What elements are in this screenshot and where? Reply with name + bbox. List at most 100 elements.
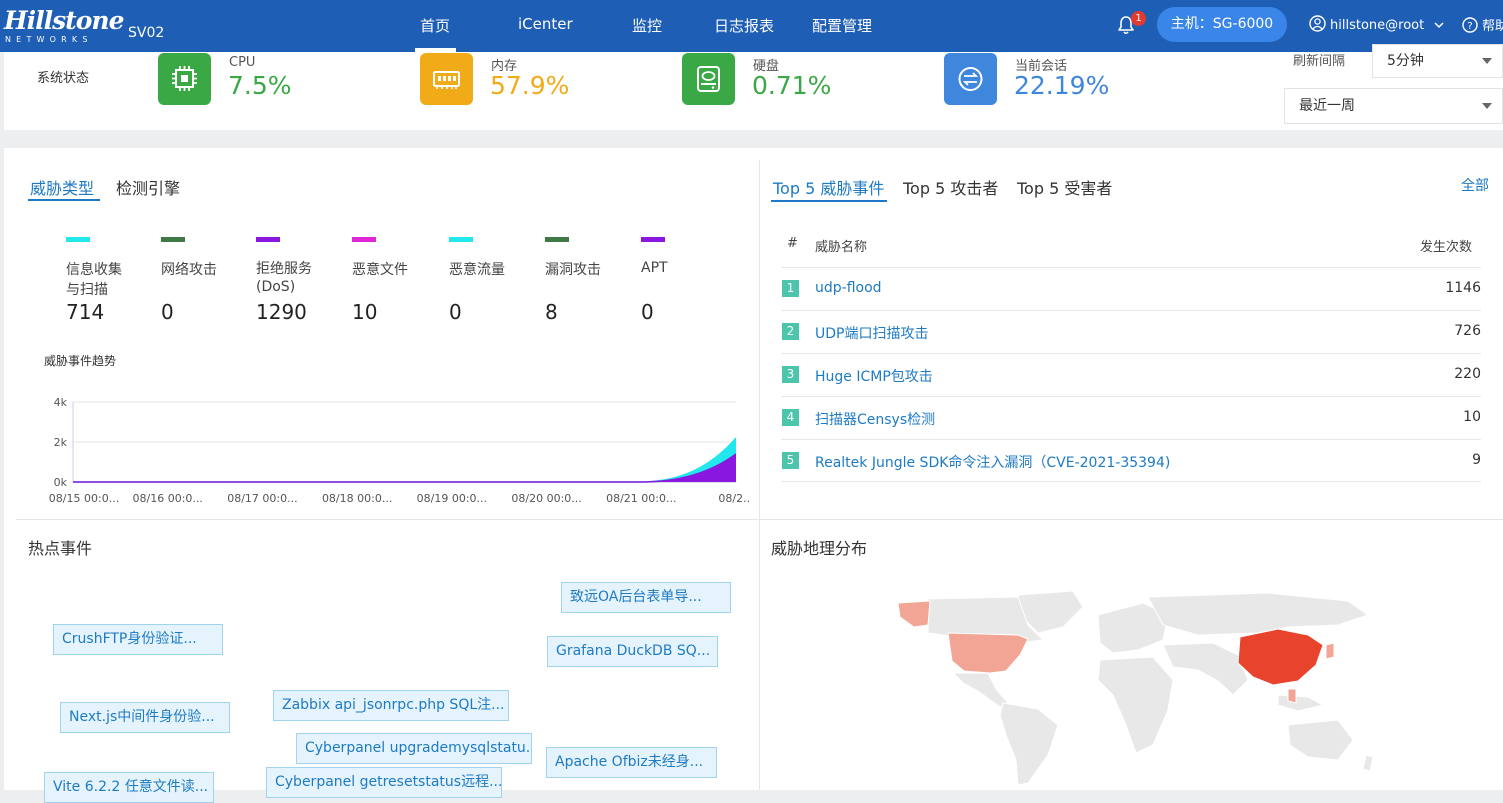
threat-name-link[interactable]: UDP端口扫描攻击 bbox=[815, 323, 928, 343]
tab-top5-events[interactable]: Top 5 威胁事件 bbox=[773, 175, 884, 199]
category-color-swatch bbox=[66, 237, 90, 242]
philippines-region bbox=[1287, 688, 1297, 704]
series-area-0 bbox=[73, 438, 736, 482]
category-count: 0 bbox=[449, 300, 462, 324]
notification-badge: 1 bbox=[1131, 11, 1146, 26]
category-name: 恶意文件 bbox=[352, 262, 408, 278]
category-color-swatch bbox=[545, 237, 569, 242]
central-america-region bbox=[951, 672, 1009, 708]
user-menu[interactable]: hillstone@root bbox=[1309, 15, 1448, 33]
tab-top5-attackers[interactable]: Top 5 攻击者 bbox=[903, 175, 998, 199]
host-selector[interactable]: 主机：SG-6000 bbox=[1157, 7, 1287, 42]
threat-category[interactable]: 网络攻击 0 bbox=[161, 237, 251, 324]
threat-name-link[interactable]: Huge ICMP包攻击 bbox=[815, 366, 933, 386]
threat-trend-chart[interactable]: 4k 2k 0k 08/15 00:0... 08/16 00:0... 08/17 00… bbox=[30, 390, 750, 515]
threat-name-link[interactable]: Realtek Jungle SDK命令注入漏洞（CVE-2021-35394) bbox=[815, 452, 1170, 472]
rank-badge: 2 bbox=[782, 323, 799, 340]
rank-badge: 4 bbox=[782, 409, 799, 426]
nav-log-report[interactable]: 日志报表 bbox=[714, 15, 774, 36]
help-menu[interactable]: ? 帮助 bbox=[1462, 15, 1503, 34]
category-name: 漏洞攻击 bbox=[545, 262, 601, 278]
dropdown-arrow-icon bbox=[1482, 58, 1492, 64]
table-row[interactable]: 4 扫描器Censys检测 10 bbox=[781, 396, 1481, 439]
table-row[interactable]: 3 Huge ICMP包攻击 220 bbox=[781, 353, 1481, 396]
new-zealand-region bbox=[1362, 754, 1374, 772]
logo-brand: Hillstone bbox=[4, 6, 124, 35]
africa-region bbox=[1097, 656, 1174, 754]
indonesia-region bbox=[1277, 694, 1325, 712]
svg-text:?: ? bbox=[1467, 21, 1472, 32]
threat-category[interactable]: 信息收集与扫描 714 bbox=[66, 237, 156, 324]
x-tick-label: 08/21 00:0... bbox=[606, 492, 676, 505]
hot-event-tag[interactable]: Cyberpanel upgrademysqlstatu... bbox=[296, 733, 532, 764]
rank-badge: 3 bbox=[782, 366, 799, 383]
series-line-0 bbox=[73, 437, 737, 483]
refresh-interval-value: 5分钟 bbox=[1387, 53, 1424, 69]
x-tick-label: 08/19 00:0... bbox=[417, 492, 487, 505]
threat-geo-title: 威胁地理分布 bbox=[771, 539, 868, 558]
view-all-link[interactable]: 全部 bbox=[1461, 175, 1489, 195]
threat-category[interactable]: APT 0 bbox=[641, 237, 731, 324]
category-color-swatch bbox=[256, 237, 280, 242]
threat-category[interactable]: 恶意流量 0 bbox=[449, 237, 539, 324]
hot-event-tag[interactable]: CrushFTP身份验证... bbox=[53, 624, 223, 655]
tab-detection-engine[interactable]: 检测引擎 bbox=[116, 175, 180, 199]
hot-event-tag[interactable]: 致远OA后台表单导... bbox=[561, 582, 731, 613]
help-label: 帮助 bbox=[1482, 19, 1503, 34]
tab-top5-victims[interactable]: Top 5 受害者 bbox=[1017, 175, 1112, 199]
rank-badge: 5 bbox=[782, 452, 799, 469]
rank-badge: 1 bbox=[782, 280, 799, 297]
russia-region bbox=[1147, 592, 1370, 636]
y-tick-label: 0k bbox=[54, 476, 68, 489]
category-color-swatch bbox=[161, 237, 185, 242]
hot-events-title: 热点事件 bbox=[28, 539, 93, 558]
table-row[interactable]: 5 Realtek Jungle SDK命令注入漏洞（CVE-2021-3539… bbox=[781, 439, 1481, 482]
cpu-label: CPU bbox=[229, 55, 256, 70]
tab-active-indicator bbox=[28, 199, 100, 201]
memory-value: 57.9% bbox=[490, 71, 570, 100]
threat-name-link[interactable]: udp-flood bbox=[815, 280, 882, 296]
trend-chart-title: 威胁事件趋势 bbox=[44, 354, 117, 368]
help-icon: ? bbox=[1462, 17, 1478, 33]
nav-home[interactable]: 首页 bbox=[420, 15, 450, 36]
hot-event-tag[interactable]: Apache Ofbiz未经身... bbox=[546, 747, 717, 778]
nav-monitor[interactable]: 监控 bbox=[632, 15, 662, 36]
united-states-region bbox=[947, 632, 1029, 674]
world-map[interactable] bbox=[868, 585, 1392, 790]
hot-event-tag[interactable]: Next.js中间件身份验... bbox=[60, 702, 230, 733]
nav-config[interactable]: 配置管理 bbox=[812, 15, 872, 36]
hot-event-tag[interactable]: Vite 6.2.2 任意文件读... bbox=[44, 772, 214, 803]
hillstone-logo[interactable]: Hillstone NETWORKS bbox=[4, 6, 124, 44]
category-count: 1290 bbox=[256, 300, 307, 324]
threat-category[interactable]: 恶意文件 10 bbox=[352, 237, 442, 324]
threat-count: 9 bbox=[1472, 452, 1481, 468]
column-divider bbox=[759, 160, 760, 790]
threat-category[interactable]: 拒绝服务(DoS) 1290 bbox=[256, 237, 346, 324]
time-range-select[interactable]: 最近一周 bbox=[1284, 88, 1503, 124]
refresh-interval-select[interactable]: 5分钟 bbox=[1372, 44, 1503, 78]
threat-category[interactable]: 漏洞攻击 8 bbox=[545, 237, 635, 324]
category-name: 拒绝服务(DoS) bbox=[256, 261, 312, 295]
category-count: 8 bbox=[545, 300, 558, 324]
column-header-count: 发生次数 bbox=[1420, 240, 1473, 255]
tab-threat-type[interactable]: 威胁类型 bbox=[30, 175, 94, 199]
threat-name-link[interactable]: 扫描器Censys检测 bbox=[815, 409, 935, 429]
series-area-1 bbox=[73, 454, 736, 482]
hot-event-tag[interactable]: Zabbix api_jsonrpc.php SQL注... bbox=[273, 690, 509, 721]
threat-count: 10 bbox=[1463, 409, 1481, 425]
memory-icon bbox=[420, 53, 473, 105]
hot-event-tag[interactable]: Grafana DuckDB SQ... bbox=[547, 636, 718, 667]
x-tick-label: 08/15 00:0... bbox=[49, 492, 119, 505]
nav-icenter[interactable]: iCenter bbox=[518, 15, 573, 33]
user-icon bbox=[1309, 15, 1326, 32]
x-tick-label: 08/18 00:0... bbox=[322, 492, 392, 505]
x-tick-label: 08/16 00:0... bbox=[133, 492, 203, 505]
table-row[interactable]: 2 UDP端口扫描攻击 726 bbox=[781, 310, 1481, 353]
category-name: 网络攻击 bbox=[161, 262, 217, 278]
user-name: hillstone@root bbox=[1330, 18, 1425, 33]
x-tick-label: 08/2... bbox=[718, 492, 750, 505]
system-status-bar: 系统状态 CPU 7.5% 内存 57.9% 硬盘 0.71% 当前会话 22.… bbox=[4, 44, 1503, 130]
hot-event-tag[interactable]: Cyberpanel getresetstatus远程... bbox=[266, 767, 502, 798]
alaska-region bbox=[897, 600, 931, 628]
table-row[interactable]: 1 udp-flood 1146 bbox=[781, 267, 1481, 310]
